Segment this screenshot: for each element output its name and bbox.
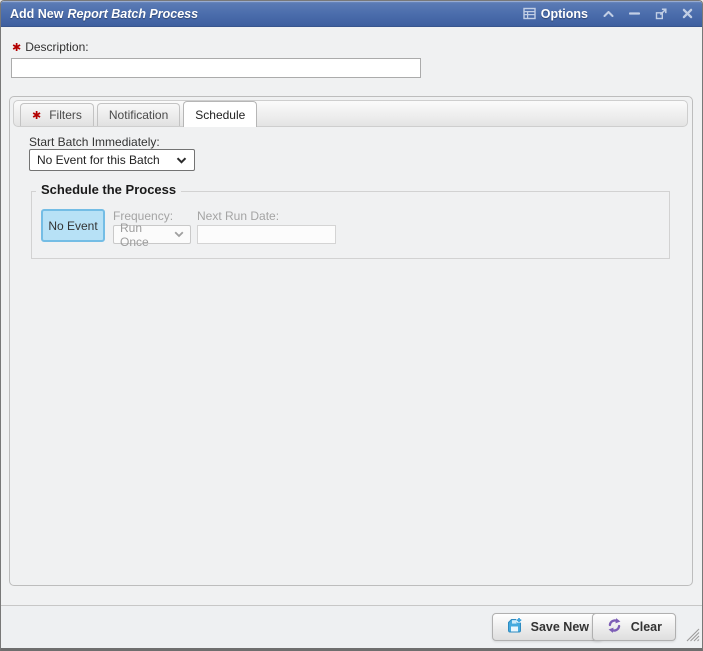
chevron-up-icon [603, 10, 614, 18]
chevron-down-icon [176, 157, 187, 164]
next-run-date-input [197, 225, 336, 244]
footer-bar: Save New Clear [1, 605, 702, 648]
options-label: Options [541, 7, 588, 21]
collapse-button[interactable] [603, 10, 614, 18]
start-batch-selected-value: No Event for this Batch [37, 153, 160, 167]
tab-filters[interactable]: ✱ Filters [20, 103, 94, 126]
schedule-process-fieldset: Schedule the Process No Event Frequency:… [31, 191, 670, 259]
dialog-title: Add New Report Batch Process [10, 7, 198, 21]
frequency-selected-value: Run Once [120, 221, 174, 249]
dialog-window: Add New Report Batch Process Options [0, 0, 703, 651]
required-icon: ✱ [12, 42, 21, 54]
titlebar-controls: Options [523, 7, 693, 21]
popout-icon [655, 8, 667, 20]
description-label: ✱ Description: [12, 40, 89, 54]
required-icon: ✱ [32, 109, 41, 122]
tab-label: Schedule [195, 108, 245, 122]
titlebar[interactable]: Add New Report Batch Process Options [1, 1, 702, 27]
popout-button[interactable] [655, 8, 667, 20]
tab-panel: ✱ Filters Notification Schedule Start Ba… [9, 96, 693, 586]
minimize-button[interactable] [629, 11, 640, 16]
tab-strip: ✱ Filters Notification Schedule [13, 100, 688, 127]
tab-notification[interactable]: Notification [97, 103, 180, 126]
clear-button[interactable]: Clear [592, 613, 676, 641]
minus-icon [629, 11, 640, 16]
close-button[interactable] [682, 8, 693, 19]
tab-label: Notification [109, 108, 168, 122]
description-label-text: Description: [25, 40, 88, 54]
chevron-down-icon [174, 231, 184, 238]
next-run-date-label: Next Run Date: [197, 209, 279, 223]
schedule-section-title: Schedule the Process [36, 182, 181, 197]
dialog-title-emphasis: Report Batch Process [67, 7, 198, 21]
save-new-button[interactable]: Save New [492, 613, 603, 641]
resize-grip[interactable] [685, 627, 700, 647]
start-batch-select[interactable]: No Event for this Batch [29, 149, 195, 171]
refresh-icon [606, 617, 623, 637]
start-batch-label: Start Batch Immediately: [29, 135, 160, 149]
no-event-button-label: No Event [48, 219, 97, 233]
options-grid-icon [523, 7, 536, 20]
options-button[interactable]: Options [523, 7, 588, 21]
dialog-title-prefix: Add New [10, 7, 63, 21]
tab-schedule[interactable]: Schedule [183, 101, 257, 127]
save-new-icon [506, 617, 523, 637]
frequency-select: Run Once [113, 225, 191, 244]
clear-label: Clear [631, 620, 662, 634]
tab-label: Filters [49, 108, 82, 122]
description-input[interactable] [11, 58, 421, 78]
no-event-button[interactable]: No Event [41, 209, 105, 242]
save-new-label: Save New [531, 620, 589, 634]
close-icon [682, 8, 693, 19]
